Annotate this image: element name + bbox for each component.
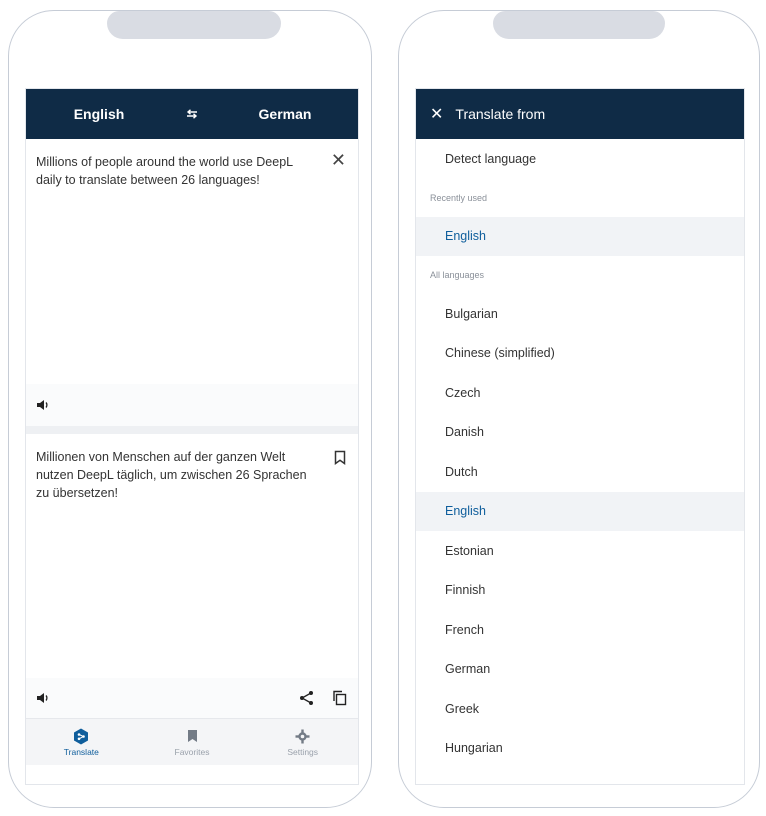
phone-frame-right: ✕ Translate from Detect language Recentl…: [398, 10, 760, 808]
recent-language-item[interactable]: English: [416, 216, 744, 256]
source-speaker-icon[interactable]: [34, 396, 52, 414]
picker-title: Translate from: [455, 106, 546, 122]
tab-translate-label: Translate: [63, 747, 99, 757]
phone-notch: [493, 11, 665, 39]
language-item-chinese[interactable]: Chinese (simplified): [416, 334, 744, 374]
bookmark-outline-icon[interactable]: [334, 450, 346, 470]
bookmark-icon: [187, 727, 198, 745]
tab-favorites[interactable]: Favorites: [137, 719, 248, 765]
close-icon[interactable]: ✕: [430, 104, 443, 124]
tab-settings[interactable]: Settings: [247, 719, 358, 765]
deepl-logo-icon: [73, 727, 89, 745]
language-item-german[interactable]: German: [416, 650, 744, 690]
language-item-french[interactable]: French: [416, 610, 744, 650]
language-item-hungarian[interactable]: Hungarian: [416, 729, 744, 769]
phone-frame-left: English German Millions of people around…: [8, 10, 372, 808]
swap-arrows-icon: [186, 108, 198, 119]
language-bar: English German: [26, 89, 358, 139]
source-text-area[interactable]: Millions of people around the world use …: [26, 139, 358, 384]
share-icon[interactable]: [296, 687, 318, 709]
picker-header: ✕ Translate from: [416, 89, 744, 139]
translator-screen: English German Millions of people around…: [25, 88, 359, 785]
target-text-area: Millionen von Menschen auf der ganzen We…: [26, 434, 358, 678]
tab-favorites-label: Favorites: [174, 747, 210, 757]
clear-text-icon[interactable]: ✕: [331, 151, 346, 169]
bottom-tab-bar: Translate Favorites Settings: [26, 718, 358, 765]
language-item-danish[interactable]: Danish: [416, 413, 744, 453]
target-speaker-icon[interactable]: [34, 689, 52, 707]
recently-used-label: Recently used: [430, 192, 488, 203]
tab-settings-label: Settings: [287, 747, 319, 757]
all-languages-label: All languages: [430, 270, 485, 280]
source-language-button[interactable]: English: [26, 106, 172, 122]
source-text: Millions of people around the world use …: [36, 155, 293, 187]
tab-translate[interactable]: Translate: [26, 719, 137, 765]
language-item-dutch[interactable]: Dutch: [416, 452, 744, 492]
language-item-czech[interactable]: Czech: [416, 373, 744, 413]
swap-languages-button[interactable]: [172, 107, 212, 122]
language-item-greek[interactable]: Greek: [416, 689, 744, 729]
language-item-english[interactable]: English: [416, 491, 744, 531]
language-picker-screen: ✕ Translate from Detect language Recentl…: [415, 88, 745, 785]
gear-icon: [295, 727, 310, 745]
phone-notch: [107, 11, 281, 39]
language-item-bulgarian[interactable]: Bulgarian: [416, 294, 744, 334]
language-item-estonian[interactable]: Estonian: [416, 531, 744, 571]
panel-divider: [26, 426, 358, 434]
target-text: Millionen von Menschen auf der ganzen We…: [36, 450, 307, 500]
language-item-finnish[interactable]: Finnish: [416, 571, 744, 611]
target-actions-row: [26, 678, 358, 718]
source-actions-row: [26, 384, 358, 426]
detect-language-item[interactable]: Detect language: [416, 139, 744, 179]
copy-icon[interactable]: [328, 687, 350, 709]
target-language-button[interactable]: German: [212, 106, 358, 122]
